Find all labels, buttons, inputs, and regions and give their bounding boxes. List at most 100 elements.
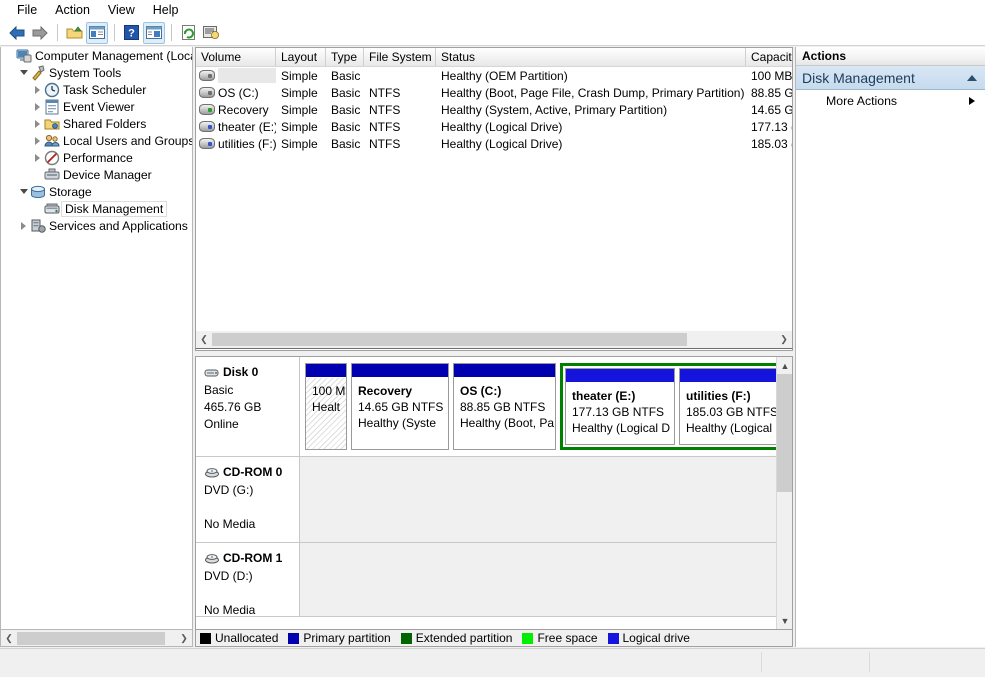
toolbar: ? [0,20,985,46]
partition-block[interactable]: Recovery 14.65 GB NTFS Healthy (Syste [351,363,449,450]
menu-item-action[interactable]: Action [46,1,99,19]
show-console-tree-icon[interactable] [86,21,108,44]
partition-body: Recovery 14.65 GB NTFS Healthy (Syste [352,378,448,449]
disk-info-panel[interactable]: CD-ROM 0 DVD (G:) No Media [196,457,300,542]
volume-list[interactable]: Volume Layout Type File System Status Capacit… [195,47,793,351]
partition-size: 14.65 GB NTFS [358,400,444,414]
disk-block[interactable]: CD-ROM 1 DVD (D:) No Media [196,543,778,617]
tree-horizontal-scrollbar[interactable]: ❮ ❯ [0,630,193,647]
menu-item-help[interactable]: Help [144,1,188,19]
tree-item-local-users-and-groups[interactable]: Local Users and Groups [1,132,192,149]
partition-capacity-bar [454,364,555,378]
scroll-track[interactable] [17,630,176,646]
scroll-left-icon[interactable]: ❮ [1,631,17,646]
tree-item-computer-management-local[interactable]: Computer Management (Local [1,47,192,64]
cell-status: Healthy (OEM Partition) [441,68,568,83]
help-icon[interactable]: ? [120,22,142,44]
actions-item-more-actions[interactable]: More Actions [796,90,985,112]
actions-group-disk-management[interactable]: Disk Management [796,66,985,90]
scroll-left-icon[interactable]: ❮ [196,332,212,347]
cell-status: Healthy (System, Active, Primary Partiti… [441,102,668,117]
tree-item-device-manager[interactable]: Device Manager [1,166,192,183]
forward-icon[interactable] [29,22,51,44]
scroll-thumb[interactable] [777,374,792,492]
table-row[interactable]: OS (C:) Simple Basic NTFS Healthy (Boot, Pag… [196,84,792,101]
legend-item: Logical drive [607,631,690,645]
rescan-disks-icon[interactable] [200,22,222,44]
chevron-right-icon[interactable] [31,134,44,147]
graphical-view-vertical-scrollbar[interactable]: ▲ ▼ [776,357,792,629]
table-row[interactable]: Recovery Simple Basic NTFS Healthy (System, … [196,101,792,118]
disk-line1: DVD (D:) [204,569,253,583]
partition-block[interactable]: 100 M Healt [305,363,347,450]
column-header-layout[interactable]: Layout [276,48,326,66]
tree-item-task-scheduler[interactable]: Task Scheduler [1,81,192,98]
chevron-right-icon[interactable] [31,100,44,113]
table-row[interactable]: utilities (F:) Simple Basic NTFS Healthy (Lo… [196,135,792,152]
disk-partition-area[interactable] [300,543,778,616]
disk-block[interactable]: Disk 0 Basic 465.76 GB Online 100 M Healt Reco… [196,357,792,457]
chevron-up-icon[interactable] [967,74,977,81]
tree-item-label: System Tools [49,65,122,80]
tree-item-disk-management[interactable]: Disk Management [1,200,192,217]
scroll-thumb[interactable] [17,631,165,645]
tree-item-shared-folders[interactable]: Shared Folders [1,115,192,132]
disk-partition-area[interactable] [300,457,778,542]
tree-item-storage[interactable]: Storage [1,183,192,200]
scroll-track[interactable] [212,332,776,347]
status-segment-three [870,652,983,672]
cell-volume: theater (E:) [196,120,276,134]
scroll-right-icon[interactable]: ❯ [176,631,192,646]
scroll-thumb[interactable] [212,333,687,346]
back-icon[interactable] [6,22,28,44]
partition-size: 177.13 GB NTFS [572,405,665,419]
chevron-down-icon[interactable] [17,185,30,198]
chevron-right-icon[interactable] [31,151,44,164]
disk-management-icon [44,201,60,217]
partition-block[interactable]: theater (E:) 177.13 GB NTFS Healthy (Logic… [565,368,675,445]
column-header-volume[interactable]: Volume [196,48,276,66]
chevron-right-icon[interactable] [31,117,44,130]
chevron-down-icon[interactable] [17,66,30,79]
partition-size: 88.85 GB NTFS [460,400,546,414]
disk-block[interactable]: CD-ROM 0 DVD (G:) No Media [196,457,778,543]
legend-label: Extended partition [415,631,513,645]
scroll-up-icon[interactable]: ▲ [777,357,792,374]
refresh-icon[interactable] [177,22,199,44]
column-header-file-system[interactable]: File System [364,48,436,66]
table-row[interactable]: theater (E:) Simple Basic NTFS Healthy (Logi… [196,118,792,135]
tree-item-event-viewer[interactable]: Event Viewer [1,98,192,115]
column-header-status[interactable]: Status [436,48,746,66]
menu-item-file[interactable]: File [8,1,46,19]
disk-partition-area[interactable]: 100 M Healt Recovery 14.65 GB NTFS Healthy (… [300,357,792,456]
up-folder-icon[interactable] [63,22,85,44]
table-row[interactable]: Simple Basic Healthy (OEM Partition) 100 MB [196,67,792,84]
partition-block[interactable]: utilities (F:) 185.03 GB NTFS Healthy (Log… [679,368,789,445]
tree-item-services-and-applications[interactable]: Services and Applications [1,217,192,234]
disk-line3: Online [204,417,239,431]
partition-block[interactable]: OS (C:) 88.85 GB NTFS Healthy (Boot, Pa [453,363,556,450]
column-header-type[interactable]: Type [326,48,364,66]
disk-info-panel[interactable]: CD-ROM 1 DVD (D:) No Media [196,543,300,617]
chevron-right-icon[interactable] [969,97,975,105]
column-header-capacit[interactable]: Capacit [746,48,792,66]
volume-list-horizontal-scrollbar[interactable]: ❮ ❯ [195,331,793,349]
chevron-right-icon[interactable] [17,219,30,232]
show-action-pane-icon[interactable] [143,21,165,44]
device-manager-icon [44,167,60,183]
extended-partition-container[interactable]: theater (E:) 177.13 GB NTFS Healthy (Logic… [560,363,792,450]
tree-item-performance[interactable]: Performance [1,149,192,166]
chevron-right-icon[interactable] [31,83,44,96]
console-tree[interactable]: Computer Management (Local System Tools Ta… [0,47,193,630]
tree-item-label: Services and Applications [49,218,188,233]
scroll-right-icon[interactable]: ❯ [776,332,792,347]
menu-item-view[interactable]: View [99,1,144,19]
legend-label: Logical drive [622,631,690,645]
toolbar-separator [171,24,172,41]
scroll-down-icon[interactable]: ▼ [777,612,792,629]
partition-status: Healt [312,400,341,414]
tree-item-system-tools[interactable]: System Tools [1,64,192,81]
disk-graphical-view[interactable]: Disk 0 Basic 465.76 GB Online 100 M Healt Reco… [195,356,793,630]
cell-type: Basic [331,85,361,100]
disk-info-panel[interactable]: Disk 0 Basic 465.76 GB Online [196,357,300,456]
